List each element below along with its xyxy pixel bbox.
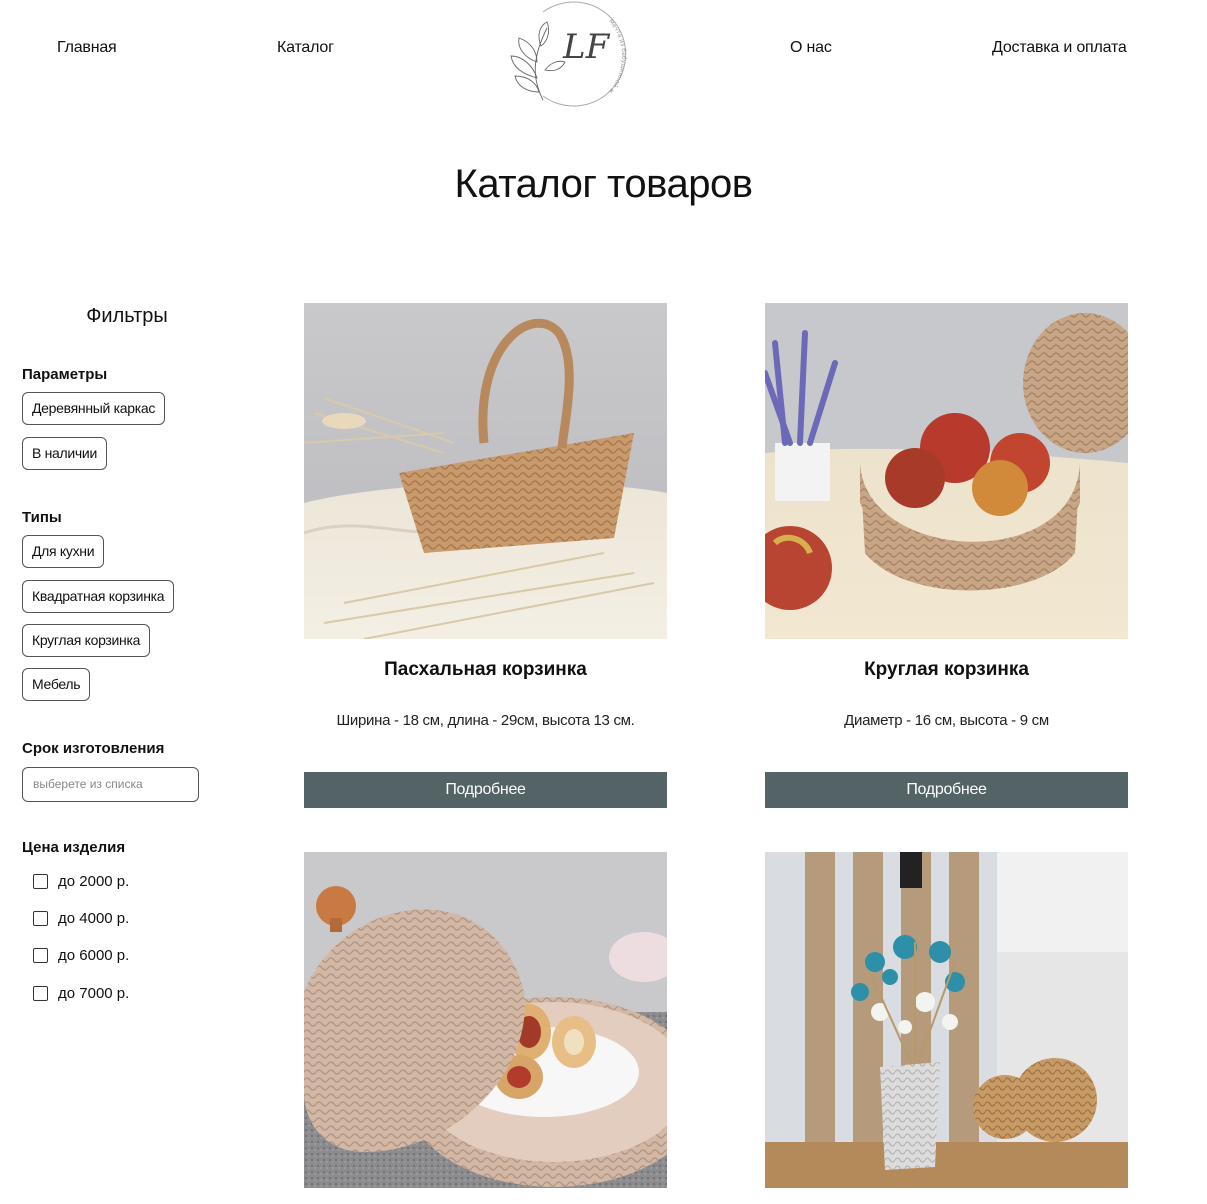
term-select[interactable]: выберете из списка: [22, 767, 199, 802]
checkbox[interactable]: [33, 911, 48, 926]
product-image-woven-vase[interactable]: [765, 852, 1128, 1188]
nav-home[interactable]: Главная: [57, 39, 117, 57]
logo-letters: LF: [562, 27, 611, 67]
product-title[interactable]: Круглая корзинка: [765, 659, 1128, 681]
product-description: Диаметр - 16 см, высота - 9 см: [844, 712, 1049, 729]
filter-chip-round-basket[interactable]: Круглая корзинка: [22, 624, 151, 657]
filter-group-params-title: Параметры: [22, 366, 108, 383]
nav-about[interactable]: О нас: [790, 39, 832, 57]
product-title[interactable]: Пасхальная корзинка: [304, 659, 667, 681]
product-image-easter-basket[interactable]: [304, 303, 667, 639]
details-button[interactable]: Подробнее: [765, 772, 1128, 808]
filter-chip-furniture[interactable]: Мебель: [22, 668, 91, 701]
filter-group-types-title: Типы: [22, 509, 62, 526]
price-option-4000[interactable]: до 4000 р.: [33, 910, 129, 927]
filter-chip-square-basket[interactable]: Квадратная корзинка: [22, 580, 175, 613]
checkbox[interactable]: [33, 948, 48, 963]
price-option-2000[interactable]: до 2000 р.: [33, 873, 129, 890]
product-description: Ширина - 18 см, длина - 29см, высота 13 …: [336, 712, 635, 729]
nav-delivery[interactable]: Доставка и оплата: [992, 39, 1127, 57]
details-button[interactable]: Подробнее: [304, 772, 667, 808]
filter-chip-wooden-frame[interactable]: Деревянный каркас: [22, 392, 166, 425]
product-image-round-basket[interactable]: [765, 303, 1128, 639]
price-option-label: до 2000 р.: [58, 873, 130, 890]
price-option-label: до 6000 р.: [58, 947, 130, 964]
price-option-label: до 4000 р.: [58, 910, 130, 927]
checkbox[interactable]: [33, 986, 48, 1001]
nav-catalog[interactable]: Каталог: [277, 39, 334, 57]
price-option-6000[interactable]: до 6000 р.: [33, 947, 129, 964]
product-image-bread-basket[interactable]: [304, 852, 667, 1188]
price-option-label: до 7000 р.: [58, 985, 130, 1002]
brand-logo[interactable]: Мечта из бабушкиной жизни LF: [501, 0, 633, 110]
filter-group-term-title: Срок изготовления: [22, 740, 165, 757]
filter-chip-in-stock[interactable]: В наличии: [22, 437, 107, 470]
filter-chip-kitchen[interactable]: Для кухни: [22, 535, 105, 568]
page-title: Каталог товаров: [454, 162, 753, 206]
checkbox[interactable]: [33, 874, 48, 889]
filters-title: Фильтры: [86, 305, 168, 327]
price-option-7000[interactable]: до 7000 р.: [33, 985, 129, 1002]
filter-group-price-title: Цена изделия: [22, 839, 126, 856]
